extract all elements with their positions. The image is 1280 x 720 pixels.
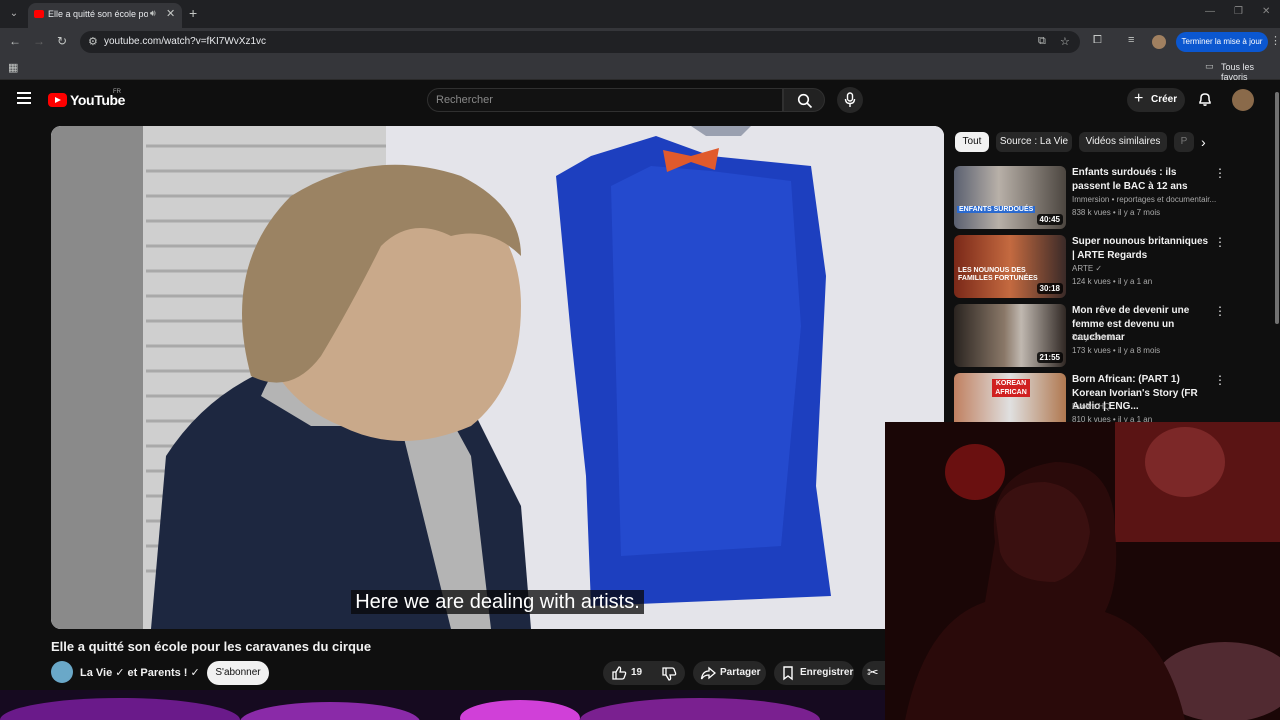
- video-player[interactable]: Here we are dealing with artists.: [51, 126, 944, 629]
- channel-name[interactable]: La Vie ✓ et Parents ! ✓: [80, 666, 200, 679]
- youtube-favicon-icon: [34, 10, 44, 18]
- recommendation-item[interactable]: 21:55 Mon rêve de devenir une femme est …: [954, 304, 1274, 368]
- share-label: Partager: [720, 667, 761, 678]
- webcam-overlay: [885, 422, 1280, 720]
- account-avatar[interactable]: [1232, 89, 1254, 111]
- webcam-image: [885, 422, 1280, 720]
- browser-toolbar: ← → ↻ ⚙︎ youtube.com/watch?v=fKI7WvXz1vc…: [0, 28, 1280, 56]
- create-button[interactable]: + Créer: [1127, 88, 1185, 112]
- thumbnail-text: LES NOUNOUS DES FAMILLES FORTUNÉES: [958, 267, 1038, 282]
- share-icon: [700, 666, 716, 680]
- profile-avatar[interactable]: [1152, 35, 1166, 49]
- maximize-icon[interactable]: ❐: [1234, 6, 1243, 17]
- chip-all[interactable]: Tout: [955, 132, 989, 152]
- recommendation-channel[interactable]: Tony Comiti: [1072, 333, 1222, 342]
- minimize-icon[interactable]: —: [1205, 6, 1215, 17]
- tab-close-icon[interactable]: ✕: [166, 7, 175, 20]
- thumbnail[interactable]: 21:55: [954, 304, 1066, 367]
- reload-icon[interactable]: ↻: [57, 34, 67, 48]
- duration-badge: 40:45: [1036, 214, 1063, 225]
- voice-search-button[interactable]: [837, 87, 863, 113]
- recommendation-meta: 173 k vues • il y a 8 mois: [1072, 346, 1161, 355]
- folder-icon: ▭: [1205, 61, 1214, 71]
- more-actions-icon[interactable]: ⋮: [1214, 235, 1226, 249]
- search-button[interactable]: [783, 88, 825, 112]
- browser-tab-bar: ⌄ Elle a quitté son école pour les carav…: [0, 0, 1280, 28]
- audio-playing-icon[interactable]: 🔊︎: [150, 8, 156, 19]
- more-actions-icon[interactable]: ⋮: [1214, 373, 1226, 387]
- install-app-icon[interactable]: ⧉: [1038, 35, 1046, 48]
- share-button[interactable]: Partager: [693, 661, 766, 685]
- subscribe-button[interactable]: S'abonner: [207, 661, 269, 685]
- youtube-masthead: YouTube FR Rechercher + Créer: [0, 80, 1280, 120]
- save-label: Enregistrer: [800, 667, 854, 678]
- bottom-preview-image: [0, 690, 885, 720]
- url-text[interactable]: youtube.com/watch?v=fKI7WvXz1vc: [104, 36, 266, 47]
- reading-list-icon[interactable]: ≡: [1128, 34, 1134, 46]
- site-info-icon[interactable]: ⚙︎: [88, 35, 98, 48]
- thumbnail-text: KOREAN AFRICAN: [992, 379, 1030, 397]
- thumbnail-text: ENFANTS SURDOUÉS: [957, 206, 1036, 213]
- scissors-icon: ✂: [867, 664, 879, 680]
- save-button[interactable]: Enregistrer: [774, 661, 854, 685]
- recommendation-item[interactable]: ENFANTS SURDOUÉS 40:45 Enfants surdoués …: [954, 166, 1274, 230]
- region-label: FR: [113, 89, 121, 95]
- thumbnail[interactable]: LES NOUNOUS DES FAMILLES FORTUNÉES 30:18: [954, 235, 1066, 298]
- bookmarks-bar: ▦ ▭ Tous les favoris: [0, 56, 1280, 82]
- browser-tab[interactable]: Elle a quitté son école pour les caravan…: [28, 3, 182, 28]
- recommendation-item[interactable]: LES NOUNOUS DES FAMILLES FORTUNÉES 30:18…: [954, 235, 1274, 299]
- back-icon[interactable]: ←: [9, 34, 21, 48]
- address-bar[interactable]: ⚙︎ youtube.com/watch?v=fKI7WvXz1vc ⧉ ☆: [80, 31, 1080, 53]
- more-actions-icon[interactable]: ⋮: [1214, 166, 1226, 180]
- youtube-logo-icon[interactable]: [48, 93, 67, 107]
- dislike-icon[interactable]: [661, 666, 677, 682]
- new-tab-icon[interactable]: +: [189, 5, 197, 21]
- video-title: Elle a quitté son école pour les caravan…: [51, 639, 372, 654]
- chip-source[interactable]: Source : La Vie: [996, 132, 1072, 152]
- like-icon[interactable]: [611, 665, 627, 681]
- recommendation-channel[interactable]: ARTE ✓: [1072, 264, 1222, 273]
- page-scrollbar[interactable]: [1275, 92, 1279, 324]
- create-label: Créer: [1151, 94, 1178, 105]
- like-dislike-group: 19: [603, 661, 685, 685]
- notifications-bell-icon[interactable]: [1197, 91, 1213, 107]
- all-bookmarks-link[interactable]: Tous les favoris: [1221, 62, 1280, 82]
- bookmark-star-icon[interactable]: ☆: [1060, 35, 1070, 48]
- bookmark-icon: [783, 666, 793, 681]
- clip-button[interactable]: ✂: [862, 661, 885, 685]
- duration-badge: 21:55: [1036, 352, 1063, 363]
- tab-title: Elle a quitté son école pour les caravan…: [48, 9, 148, 19]
- recommendation-meta: 838 k vues • il y a 7 mois: [1072, 208, 1161, 217]
- caption-text: Here we are dealing with artists.: [51, 590, 944, 614]
- update-button[interactable]: Terminer la mise à jour: [1176, 32, 1268, 52]
- bottom-preview-strip: [0, 690, 885, 720]
- thumbnail[interactable]: ENFANTS SURDOUÉS 40:45: [954, 166, 1066, 229]
- chip-more[interactable]: P: [1174, 132, 1194, 152]
- menu-icon[interactable]: [17, 92, 31, 104]
- microphone-icon: [844, 92, 856, 107]
- window-close-icon[interactable]: ✕: [1262, 6, 1270, 17]
- recommendation-channel[interactable]: Evolve HQ: [1072, 402, 1222, 411]
- extensions-icon[interactable]: ⧠: [1093, 34, 1102, 47]
- recommendation-channel[interactable]: Immersion • reportages et documentair...: [1072, 195, 1222, 204]
- search-input[interactable]: Rechercher: [427, 88, 783, 112]
- browser-menu-icon[interactable]: ⋮: [1270, 34, 1280, 47]
- more-actions-icon[interactable]: ⋮: [1214, 304, 1226, 318]
- recommendation-title[interactable]: Super nounous britanniques | ARTE Regard…: [1072, 235, 1210, 262]
- like-count: 19: [631, 667, 643, 678]
- forward-icon[interactable]: →: [33, 34, 45, 48]
- recommendation-title[interactable]: Enfants surdoués : ils passent le BAC à …: [1072, 166, 1210, 193]
- apps-grid-icon[interactable]: ▦: [8, 61, 18, 74]
- chevron-right-icon[interactable]: ›: [1201, 134, 1206, 150]
- search-placeholder: Rechercher: [436, 94, 493, 106]
- plus-icon: +: [1134, 90, 1144, 107]
- search-icon: [797, 93, 813, 109]
- recommendation-meta: 124 k vues • il y a 1 an: [1072, 277, 1153, 286]
- channel-avatar[interactable]: [51, 661, 73, 683]
- duration-badge: 30:18: [1036, 283, 1063, 294]
- chip-similar[interactable]: Vidéos similaires: [1079, 132, 1167, 152]
- tab-search-icon[interactable]: ⌄: [6, 6, 22, 22]
- video-frame: [51, 126, 944, 629]
